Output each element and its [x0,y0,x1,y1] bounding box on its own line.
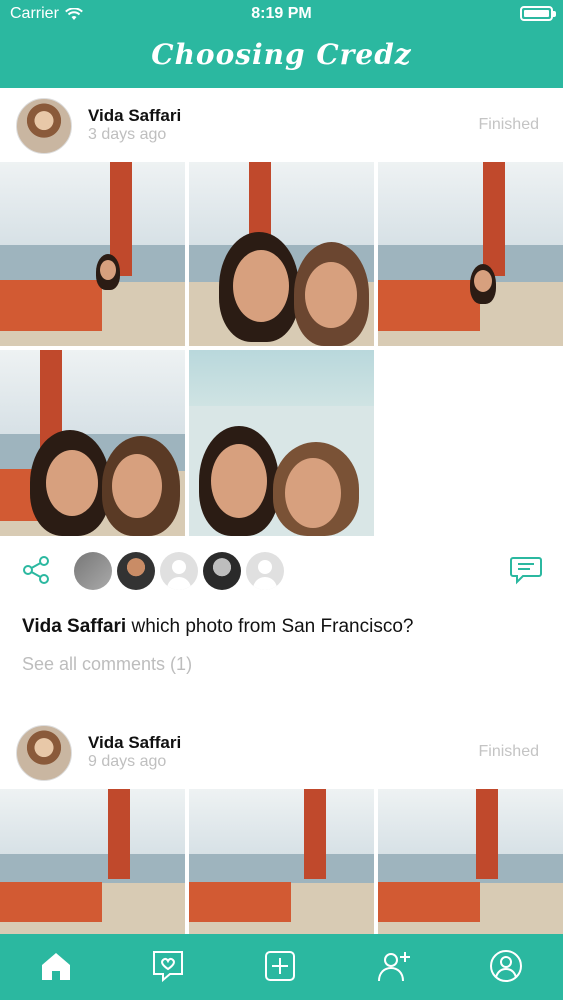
voter-avatar[interactable] [117,552,155,590]
heart-chat-icon[interactable] [150,948,186,984]
post-username[interactable]: Vida Saffari [88,106,181,126]
post-card: Vida Saffari 3 days ago Finished Vida Sa… [0,88,563,708]
post-header: Vida Saffari 3 days ago Finished [0,88,563,162]
clock: 8:19 PM [251,5,312,22]
post-time: 3 days ago [88,126,167,143]
post-caption: Vida Saffari which photo from San Franci… [22,616,413,638]
add-icon[interactable] [262,948,298,984]
voter-avatars [74,552,284,590]
post-username[interactable]: Vida Saffari [88,733,181,753]
photo-option[interactable] [189,162,374,346]
post-time: 9 days ago [88,753,167,770]
photo-option[interactable] [378,162,563,346]
see-all-comments-link[interactable]: See all comments (1) [22,654,192,675]
status-bar: Carrier 8:19 PM [0,0,563,30]
add-user-icon[interactable] [376,948,412,984]
photo-option[interactable] [378,789,563,934]
battery-icon [520,6,556,21]
avatar[interactable] [16,725,72,781]
photo-grid [0,789,563,934]
post-header: Vida Saffari 9 days ago Finished [0,715,563,789]
voter-avatar[interactable] [246,552,284,590]
photo-grid [0,162,563,536]
share-icon[interactable] [20,554,52,586]
post-actions [0,536,563,606]
voter-avatar[interactable] [160,552,198,590]
comment-icon[interactable] [509,554,543,586]
caption-username[interactable]: Vida Saffari [22,616,126,637]
home-icon[interactable] [38,948,74,984]
caption-text: which photo from San Francisco? [126,616,414,637]
avatar[interactable] [16,98,72,154]
post-status: Finished [478,743,539,760]
app-title: Choosing Credz [151,38,412,71]
voter-avatar[interactable] [203,552,241,590]
post-status: Finished [478,116,539,133]
profile-icon[interactable] [488,948,524,984]
post-card: Vida Saffari 9 days ago Finished [0,715,563,934]
photo-option[interactable] [0,789,185,934]
photo-option[interactable] [189,789,374,934]
tab-bar [0,934,563,1000]
voter-avatar[interactable] [74,552,112,590]
photo-option[interactable] [0,350,185,536]
app-header: Carrier 8:19 PM Choosing Credz [0,0,563,88]
photo-option[interactable] [0,162,185,346]
photo-option[interactable] [189,350,374,536]
